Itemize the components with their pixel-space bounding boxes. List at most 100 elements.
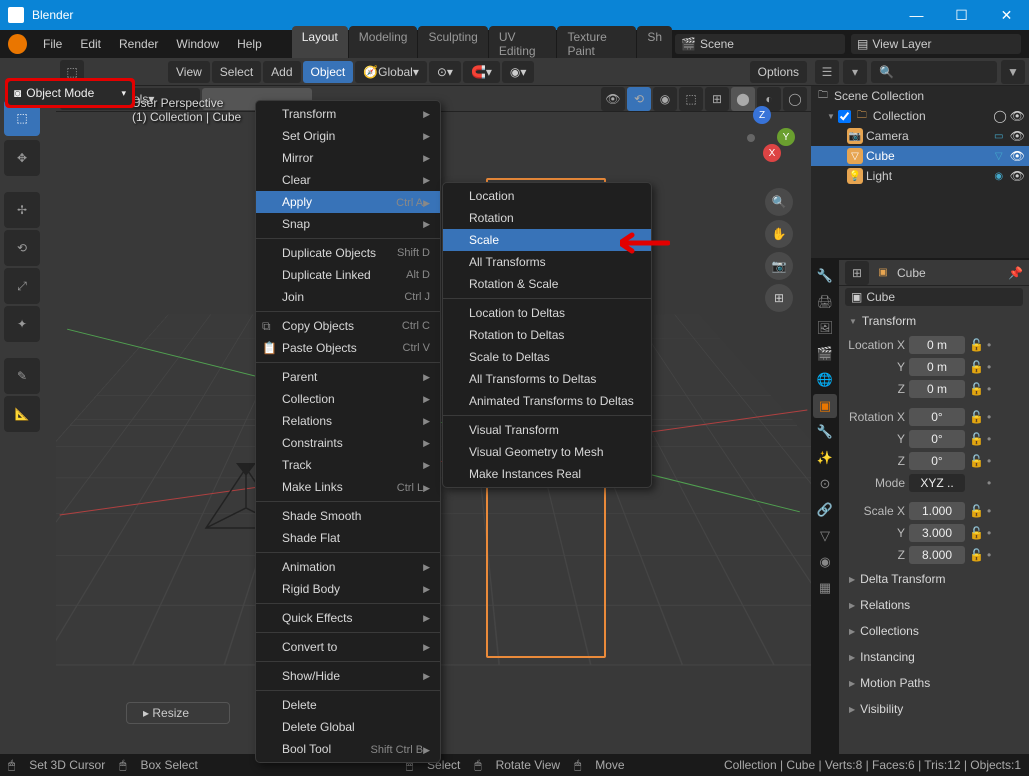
menu-item-convert-to[interactable]: Convert to▶	[256, 636, 440, 658]
menu-item-delete-global[interactable]: Delete Global	[256, 716, 440, 738]
shading-wire[interactable]: ⊞	[705, 87, 729, 111]
vp-pivot[interactable]: ⊙▾	[429, 61, 461, 83]
outliner-item-cube[interactable]: ▽ Cube ▽ 👁	[811, 146, 1029, 166]
workspace-texture[interactable]: Texture Paint	[557, 26, 636, 62]
collection-checkbox[interactable]	[838, 110, 851, 123]
menu-item-parent[interactable]: Parent▶	[256, 366, 440, 388]
menu-item-make-links[interactable]: Make LinksCtrl L▶	[256, 476, 440, 498]
ptab-texture[interactable]: ▦	[813, 576, 837, 600]
menu-item-rotation-to-deltas[interactable]: Rotation to Deltas	[443, 324, 651, 346]
exclude-icon[interactable]: ◯	[993, 109, 1006, 123]
menu-item-track[interactable]: Track▶	[256, 454, 440, 476]
menu-item-join[interactable]: JoinCtrl J	[256, 286, 440, 308]
menu-item-show-hide[interactable]: Show/Hide▶	[256, 665, 440, 687]
vp-proportional[interactable]: ◉▾	[502, 61, 535, 83]
ptab-constraints[interactable]: 🔗	[813, 498, 837, 522]
ptab-scene[interactable]: 🎬	[813, 342, 837, 366]
menu-edit[interactable]: Edit	[72, 34, 109, 54]
menu-item-collection[interactable]: Collection▶	[256, 388, 440, 410]
ptab-physics[interactable]: ⊙	[813, 472, 837, 496]
outliner-collection[interactable]: ▼ 🗀 Collection ◯ 👁	[811, 106, 1029, 126]
pan-button[interactable]: ✋	[765, 220, 793, 248]
menu-item-location[interactable]: Location	[443, 185, 651, 207]
menu-item-set-origin[interactable]: Set Origin▶	[256, 125, 440, 147]
tool-annotate[interactable]: ✎	[4, 358, 40, 394]
ptab-render[interactable]: 🔧	[813, 264, 837, 288]
rot-y[interactable]: 0°	[909, 430, 965, 448]
scene-field[interactable]: 🎬Scene	[675, 34, 845, 54]
close-button[interactable]: ✕	[984, 0, 1029, 30]
workspace-shading[interactable]: Sh	[637, 26, 672, 62]
loc-x[interactable]: 0 m	[909, 336, 965, 354]
scale-y[interactable]: 3.000	[909, 524, 965, 542]
outliner-scene-collection[interactable]: 🗀 Scene Collection	[811, 86, 1029, 106]
menu-item-delete[interactable]: Delete	[256, 694, 440, 716]
menu-item-apply[interactable]: ApplyCtrl A▶	[256, 191, 440, 213]
vp-snap[interactable]: 🧲▾	[463, 61, 500, 83]
outliner-type-icon[interactable]: ☰	[815, 60, 839, 84]
vp-options[interactable]: Options	[750, 61, 807, 83]
outliner-search[interactable]: 🔍	[871, 61, 997, 83]
rot-z[interactable]: 0°	[909, 452, 965, 470]
operator-panel[interactable]: ▸ Resize	[126, 702, 230, 724]
tool-move[interactable]: ✢	[4, 192, 40, 228]
loc-z[interactable]: 0 m	[909, 380, 965, 398]
menu-render[interactable]: Render	[111, 34, 166, 54]
workspace-uv[interactable]: UV Editing	[489, 26, 557, 62]
tool-rotate[interactable]: ⟲	[4, 230, 40, 266]
ptab-material[interactable]: ◉	[813, 550, 837, 574]
eye-icon[interactable]: 👁	[1010, 169, 1025, 183]
perspective-toggle[interactable]: ⊞	[765, 284, 793, 312]
eye-icon[interactable]: 👁	[1010, 129, 1025, 143]
eye-icon[interactable]: 👁	[1010, 149, 1025, 163]
ptab-world[interactable]: 🌐	[813, 368, 837, 392]
panel-instancing[interactable]: ▶Instancing	[839, 644, 1029, 670]
vp-menu-select[interactable]: Select	[212, 61, 261, 83]
tool-cursor[interactable]: ✥	[4, 140, 40, 176]
menu-item-duplicate-linked[interactable]: Duplicate LinkedAlt D	[256, 264, 440, 286]
tool-transform[interactable]: ✦	[4, 306, 40, 342]
vp-menu-object[interactable]: Object	[303, 61, 354, 83]
menu-item-quick-effects[interactable]: Quick Effects▶	[256, 607, 440, 629]
menu-file[interactable]: File	[35, 34, 70, 54]
outliner-filter-icon[interactable]: ▼	[1001, 60, 1025, 84]
panel-motion[interactable]: ▶Motion Paths	[839, 670, 1029, 696]
tool-scale[interactable]: ⤢	[4, 268, 40, 304]
menu-item-rotation[interactable]: Rotation	[443, 207, 651, 229]
ptab-modifiers[interactable]: 🔧	[813, 420, 837, 444]
menu-item-duplicate-objects[interactable]: Duplicate ObjectsShift D	[256, 242, 440, 264]
menu-item-all-transforms-to-deltas[interactable]: All Transforms to Deltas	[443, 368, 651, 390]
menu-item-shade-flat[interactable]: Shade Flat	[256, 527, 440, 549]
menu-item-make-instances-real[interactable]: Make Instances Real	[443, 463, 651, 485]
workspace-modeling[interactable]: Modeling	[349, 26, 418, 62]
xray-toggle[interactable]: ⬚	[679, 87, 703, 111]
mode-dropdown[interactable]: ◙ Object Mode ▾	[8, 81, 132, 105]
menu-item-rigid-body[interactable]: Rigid Body▶	[256, 578, 440, 600]
menu-item-bool-tool[interactable]: Bool ToolShift Ctrl B▶	[256, 738, 440, 760]
zoom-button[interactable]: 🔍	[765, 188, 793, 216]
rot-x[interactable]: 0°	[909, 408, 965, 426]
scale-x[interactable]: 1.000	[909, 502, 965, 520]
vp-menu-add[interactable]: Add	[263, 61, 300, 83]
tool-measure[interactable]: 📐	[4, 396, 40, 432]
outliner-display-icon[interactable]: ▾	[843, 60, 867, 84]
menu-window[interactable]: Window	[168, 34, 227, 54]
menu-item-snap[interactable]: Snap▶	[256, 213, 440, 235]
gizmo-toggle[interactable]: ⟲	[627, 87, 651, 111]
menu-item-location-to-deltas[interactable]: Location to Deltas	[443, 302, 651, 324]
workspace-layout[interactable]: Layout	[292, 26, 348, 62]
ptab-output[interactable]: 🖨	[813, 290, 837, 314]
menu-item-visual-geometry-to-mesh[interactable]: Visual Geometry to Mesh	[443, 441, 651, 463]
panel-transform[interactable]: ▼Transform	[839, 308, 1029, 334]
ptab-particles[interactable]: ✨	[813, 446, 837, 470]
scale-z[interactable]: 8.000	[909, 546, 965, 564]
viewlayer-field[interactable]: ▤View Layer	[851, 34, 1021, 54]
menu-item-transform[interactable]: Transform▶	[256, 103, 440, 125]
loc-y[interactable]: 0 m	[909, 358, 965, 376]
outliner-item-light[interactable]: 💡 Light ◉ 👁	[811, 166, 1029, 186]
visibility-icon[interactable]: 👁	[601, 87, 625, 111]
outliner-item-camera[interactable]: 📷 Camera ▭ 👁	[811, 126, 1029, 146]
panel-visibility[interactable]: ▶Visibility	[839, 696, 1029, 722]
menu-item-visual-transform[interactable]: Visual Transform	[443, 419, 651, 441]
rotation-mode[interactable]: XYZ ..	[909, 474, 965, 492]
